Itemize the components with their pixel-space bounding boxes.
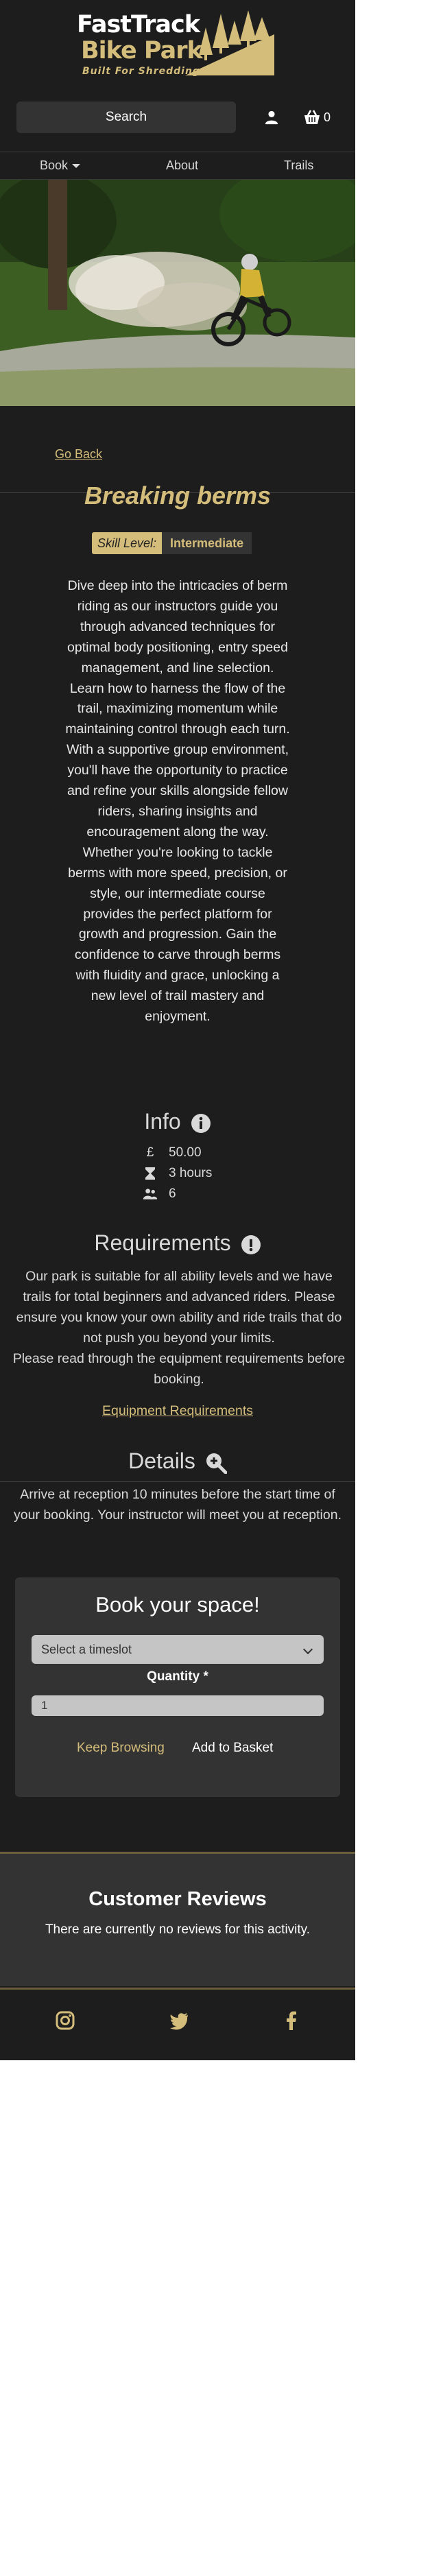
instagram-icon[interactable] bbox=[55, 2010, 75, 2031]
basket-count: 0 bbox=[324, 110, 331, 124]
info-duration: 3 hours bbox=[143, 1166, 212, 1181]
site-header: FastTrack Bike Park Built For Shredding … bbox=[0, 0, 355, 152]
requirements-paragraph-2: Please read through the equipment requir… bbox=[12, 1351, 346, 1387]
go-back-link[interactable]: Go Back bbox=[55, 447, 102, 462]
nav-trails[interactable]: Trails bbox=[284, 158, 313, 173]
pound-icon: £ bbox=[146, 1145, 154, 1160]
details-text: Arrive at reception 10 minutes before th… bbox=[13, 1487, 342, 1523]
info-price: £ 50.00 bbox=[143, 1145, 202, 1160]
requirements-heading: Requirements bbox=[0, 1230, 355, 1256]
requirements-paragraph-1: Our park is suitable for all ability lev… bbox=[16, 1269, 342, 1346]
basket-icon bbox=[304, 110, 320, 124]
skill-level-value: Intermediate bbox=[162, 532, 252, 554]
nav-book-label: Book bbox=[40, 158, 69, 172]
duration-value: 3 hours bbox=[169, 1166, 213, 1180]
details-heading: Details bbox=[0, 1448, 355, 1474]
twitter-icon[interactable] bbox=[169, 2010, 189, 2031]
keep-browsing-button[interactable]: Keep Browsing bbox=[77, 1741, 165, 1756]
reviews-empty-text: There are currently no reviews for this … bbox=[45, 1922, 311, 1937]
skill-level-badge: Skill Level: Intermediate bbox=[92, 532, 252, 554]
facebook-icon[interactable] bbox=[281, 2010, 302, 2031]
timeslot-select[interactable]: Select a timeslot bbox=[32, 1635, 324, 1664]
info-heading-text: Info bbox=[144, 1109, 181, 1134]
equipment-requirements-link[interactable]: Equipment Requirements bbox=[0, 1403, 355, 1419]
caret-down-icon bbox=[72, 164, 81, 169]
divider bbox=[0, 1481, 355, 1482]
booking-card: Book your space! Select a timeslot Quant… bbox=[15, 1577, 340, 1797]
nav-about[interactable]: About bbox=[166, 158, 198, 173]
hero-image bbox=[0, 180, 355, 406]
add-to-basket-button[interactable]: Add to Basket bbox=[192, 1741, 273, 1756]
price-value: 50.00 bbox=[169, 1145, 202, 1160]
requirements-heading-text: Requirements bbox=[94, 1230, 231, 1255]
quantity-input[interactable]: 1 bbox=[32, 1695, 324, 1716]
timeslot-select-value: Select a timeslot bbox=[41, 1643, 132, 1656]
logo-tagline: Built For Shredding bbox=[82, 66, 200, 77]
site-footer bbox=[0, 1988, 355, 2060]
site-logo[interactable]: FastTrack Bike Park Built For Shredding bbox=[75, 7, 274, 80]
customer-reviews-section: Customer Reviews There are currently no … bbox=[0, 1852, 355, 1986]
reviews-title: Customer Reviews bbox=[88, 1888, 267, 1910]
people-icon bbox=[143, 1189, 158, 1200]
zoom-in-icon bbox=[206, 1453, 227, 1474]
activity-title: Breaking berms bbox=[84, 481, 272, 510]
search-button[interactable]: Search bbox=[16, 102, 236, 133]
main-nav: Book About Trails bbox=[0, 152, 355, 180]
trees-logo-icon bbox=[185, 10, 274, 75]
capacity-value: 6 bbox=[169, 1186, 176, 1201]
quantity-label: Quantity * bbox=[147, 1669, 208, 1684]
activity-description: Dive deep into the intricacies of berm r… bbox=[65, 578, 290, 1025]
skill-level-label: Skill Level: bbox=[92, 532, 163, 554]
nav-book-dropdown[interactable]: Book bbox=[40, 158, 81, 173]
info-capacity: 6 bbox=[143, 1186, 176, 1202]
info-icon bbox=[191, 1113, 211, 1133]
logo-line-2: Bike Park bbox=[81, 37, 203, 64]
details-heading-text: Details bbox=[128, 1448, 195, 1473]
booking-title: Book your space! bbox=[95, 1593, 260, 1617]
hourglass-icon bbox=[145, 1167, 155, 1180]
basket-link[interactable]: 0 bbox=[303, 108, 331, 126]
info-heading: Info bbox=[0, 1109, 355, 1134]
chevron-down-icon bbox=[302, 1644, 313, 1655]
exclamation-icon bbox=[241, 1235, 261, 1254]
mountain-biker-photo bbox=[0, 180, 355, 406]
logo-line-1: FastTrack bbox=[77, 11, 200, 38]
requirements-text: Our park is suitable for all ability lev… bbox=[11, 1266, 347, 1390]
user-icon[interactable] bbox=[264, 110, 279, 125]
page: FastTrack Bike Park Built For Shredding … bbox=[0, 0, 355, 2060]
